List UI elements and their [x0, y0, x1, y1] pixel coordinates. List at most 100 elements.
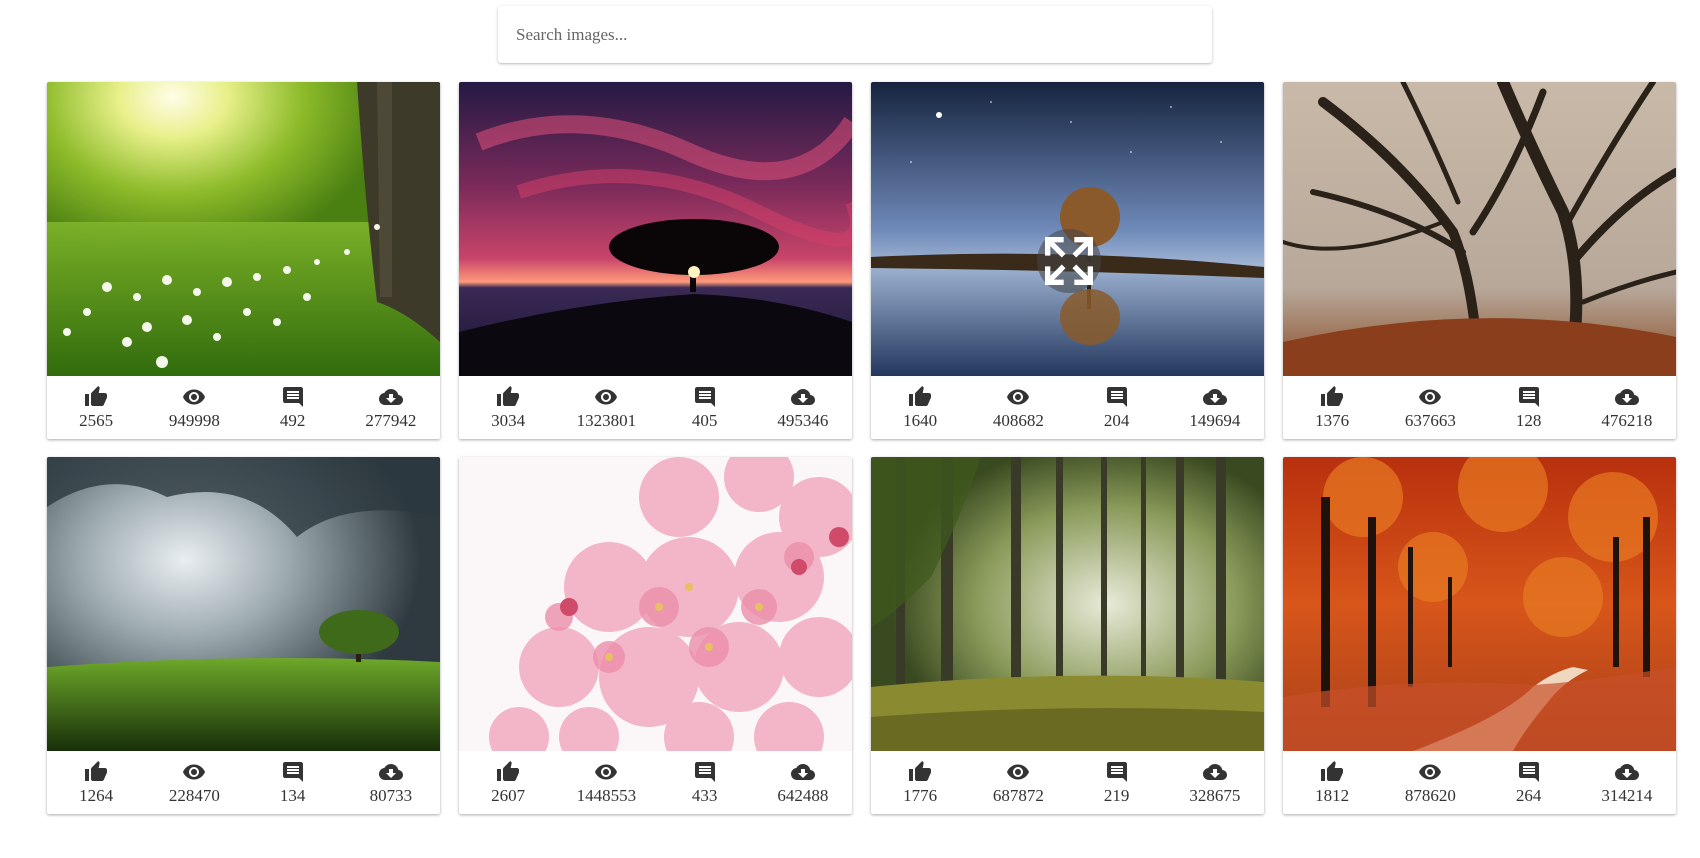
likes-count: 1264 [79, 786, 114, 805]
image-card[interactable]: 1640 408682 204 149694 [871, 82, 1264, 439]
image-meadow[interactable] [47, 82, 440, 376]
likes-stat: 1776 [871, 760, 969, 805]
thumbs-up-icon [85, 386, 108, 406]
downloads-stat: 495346 [754, 385, 852, 430]
comments-stat: 405 [656, 385, 754, 430]
views-count: 1323801 [576, 411, 637, 430]
cloud-download-icon [1614, 389, 1639, 405]
image-grid: 2565 949998 492 277942 3034 1323801 405 … [47, 82, 1676, 814]
cloud-download-icon [790, 389, 815, 405]
downloads-stat: 149694 [1166, 385, 1264, 430]
comments-stat: 433 [656, 760, 754, 805]
eye-icon [1419, 764, 1442, 780]
image-bare-trees[interactable] [1283, 82, 1676, 376]
image-misty-forest[interactable] [871, 457, 1264, 751]
downloads-count: 495346 [777, 411, 829, 430]
downloads-count: 314214 [1601, 786, 1653, 805]
views-count: 687872 [992, 786, 1044, 805]
eye-icon [183, 764, 206, 780]
downloads-count: 328675 [1189, 786, 1241, 805]
cloud-download-icon [378, 764, 403, 780]
comments-count: 433 [691, 786, 718, 805]
card-stats: 1376 637663 128 476218 [1283, 376, 1676, 439]
image-card[interactable]: 3034 1323801 405 495346 [459, 82, 852, 439]
views-stat: 1448553 [557, 760, 655, 805]
views-stat: 228470 [145, 760, 243, 805]
expand-button[interactable] [1037, 229, 1101, 293]
likes-stat: 1640 [871, 385, 969, 430]
likes-stat: 2565 [47, 385, 145, 430]
likes-count: 3034 [491, 411, 526, 430]
cloud-download-icon [790, 764, 815, 780]
comment-icon [694, 762, 715, 782]
likes-stat: 1376 [1283, 385, 1381, 430]
card-stats: 1264 228470 134 80733 [47, 751, 440, 814]
comments-count: 204 [1103, 411, 1130, 430]
thumbs-up-icon [85, 761, 108, 781]
likes-count: 1812 [1315, 786, 1350, 805]
eye-icon [595, 389, 618, 405]
likes-stat: 1264 [47, 760, 145, 805]
eye-icon [1007, 764, 1030, 780]
views-count: 408682 [992, 411, 1044, 430]
image-storm-tree[interactable] [47, 457, 440, 751]
card-stats: 2565 949998 492 277942 [47, 376, 440, 439]
image-cherry-blossom[interactable] [459, 457, 852, 751]
views-count: 1448553 [576, 786, 637, 805]
downloads-stat: 642488 [754, 760, 852, 805]
eye-icon [183, 389, 206, 405]
comment-icon [282, 387, 303, 407]
views-stat: 687872 [969, 760, 1067, 805]
cloud-download-icon [378, 389, 403, 405]
image-autumn-path[interactable] [1283, 457, 1676, 751]
comment-icon [1106, 762, 1127, 782]
thumbs-up-icon [497, 761, 520, 781]
card-stats: 1812 878620 264 314214 [1283, 751, 1676, 814]
image-card[interactable]: 2607 1448553 433 642488 [459, 457, 852, 814]
downloads-count: 80733 [369, 786, 413, 805]
likes-count: 2565 [79, 411, 114, 430]
likes-count: 1776 [903, 786, 938, 805]
comments-stat: 204 [1068, 385, 1166, 430]
downloads-stat: 314214 [1578, 760, 1676, 805]
cloud-download-icon [1202, 764, 1227, 780]
image-card[interactable]: 1264 228470 134 80733 [47, 457, 440, 814]
likes-count: 1640 [903, 411, 938, 430]
comment-icon [282, 762, 303, 782]
views-stat: 949998 [145, 385, 243, 430]
likes-stat: 2607 [459, 760, 557, 805]
expand-icon [1045, 237, 1093, 285]
cloud-download-icon [1202, 389, 1227, 405]
comments-stat: 134 [244, 760, 342, 805]
image-card[interactable]: 1776 687872 219 328675 [871, 457, 1264, 814]
views-stat: 878620 [1381, 760, 1479, 805]
comment-icon [1106, 387, 1127, 407]
likes-count: 2607 [491, 786, 526, 805]
image-card[interactable]: 1376 637663 128 476218 [1283, 82, 1676, 439]
image-sunset-tree[interactable] [459, 82, 852, 376]
thumbs-up-icon [909, 386, 932, 406]
comment-icon [1518, 762, 1539, 782]
downloads-count: 642488 [777, 786, 829, 805]
views-count: 949998 [168, 411, 220, 430]
comments-stat: 219 [1068, 760, 1166, 805]
card-stats: 1640 408682 204 149694 [871, 376, 1264, 439]
search-input[interactable] [498, 6, 1212, 63]
thumbs-up-icon [497, 386, 520, 406]
comments-stat: 492 [244, 385, 342, 430]
image-card[interactable]: 2565 949998 492 277942 [47, 82, 440, 439]
downloads-count: 277942 [365, 411, 417, 430]
likes-stat: 3034 [459, 385, 557, 430]
eye-icon [1007, 389, 1030, 405]
image-reflection-tree[interactable] [871, 82, 1264, 376]
views-stat: 1323801 [557, 385, 655, 430]
thumbs-up-icon [1321, 386, 1344, 406]
comments-count: 405 [691, 411, 718, 430]
downloads-count: 149694 [1189, 411, 1241, 430]
image-card[interactable]: 1812 878620 264 314214 [1283, 457, 1676, 814]
comments-count: 219 [1103, 786, 1130, 805]
downloads-count: 476218 [1601, 411, 1653, 430]
search-box[interactable] [498, 6, 1212, 63]
downloads-stat: 328675 [1166, 760, 1264, 805]
views-count: 878620 [1404, 786, 1456, 805]
